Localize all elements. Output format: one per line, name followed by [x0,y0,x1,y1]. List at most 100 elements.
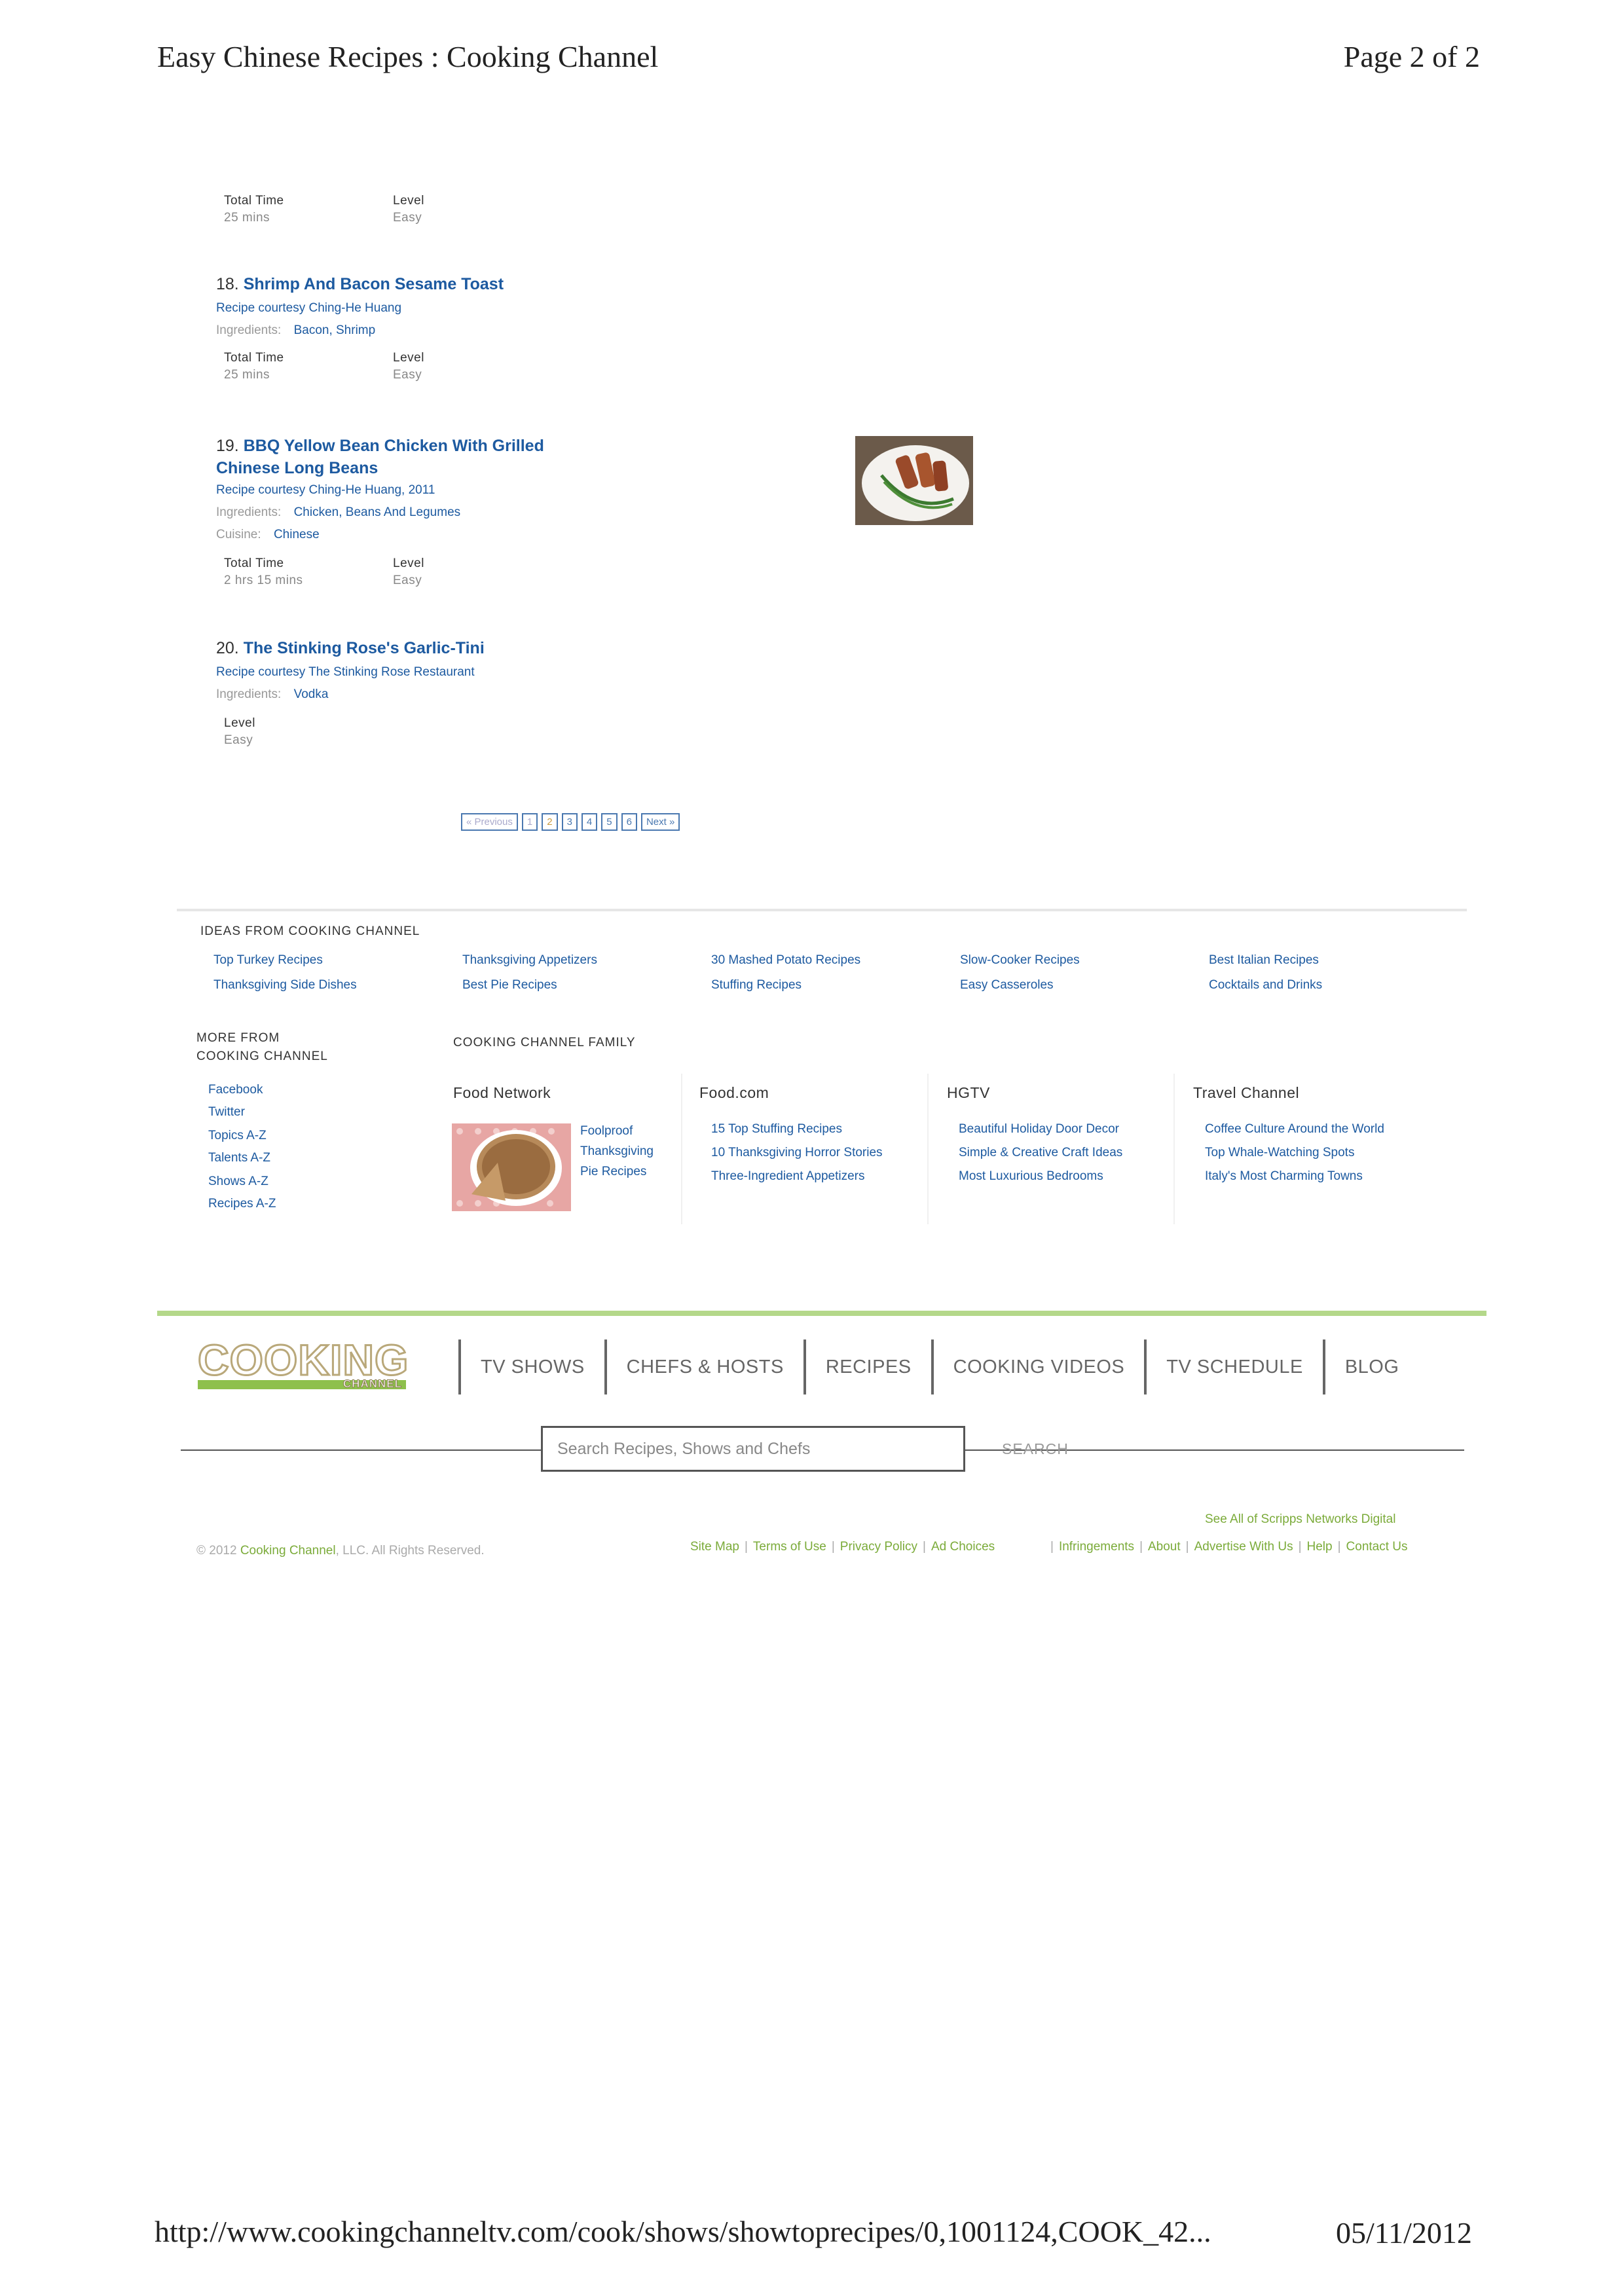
print-footer-url: http://www.cookingchanneltv.com/cook/sho… [155,2215,1211,2248]
recipe-courtesy[interactable]: Recipe courtesy Ching-He Huang, 2011 [216,483,435,498]
recipe-title-20[interactable]: 20. The Stinking Rose's Garlic-Tini [216,639,485,658]
ideas-link[interactable]: Stuffing Recipes [711,978,802,993]
family-travel-channel[interactable]: Travel Channel [1193,1084,1299,1102]
family-food-network[interactable]: Food Network [453,1084,551,1102]
ingredients-links[interactable]: Bacon, Shrimp [294,323,376,337]
total-time-value: 2 hrs 15 mins [224,574,303,587]
prev-level-value: Easy [393,211,422,225]
ingredients-label: Ingredients: [216,687,282,701]
pagination-page-6[interactable]: 6 [621,813,637,831]
recipe-number: 19. [216,437,239,455]
level-value: Easy [224,733,253,747]
more-from-link-facebook[interactable]: Facebook [208,1083,263,1097]
ideas-link[interactable]: 30 Mashed Potato Recipes [711,953,860,968]
copyright-rights: , LLC. All Rights Reserved. [335,1544,485,1558]
pagination-next[interactable]: Next » [640,813,680,831]
recipe-ingredients: Ingredients: Bacon, Shrimp [216,323,375,338]
recipe-ingredients: Ingredients: Vodka [216,687,328,702]
ideas-link[interactable]: Thanksgiving Appetizers [462,953,597,968]
more-from-link-talents[interactable]: Talents A-Z [208,1151,270,1165]
nav-recipes[interactable]: RECIPES [803,1339,931,1394]
food-com-link[interactable]: Three-Ingredient Appetizers [711,1169,864,1184]
pagination-page-3[interactable]: 3 [561,813,578,831]
ideas-link[interactable]: Thanksgiving Side Dishes [213,978,357,993]
link-ad-choices[interactable]: Ad Choices [931,1540,995,1554]
ideas-link[interactable]: Cocktails and Drinks [1209,978,1322,993]
family-food-com[interactable]: Food.com [699,1084,769,1102]
logo-subtext: CHANNEL [342,1377,402,1391]
travel-link[interactable]: Italy's Most Charming Towns [1205,1169,1363,1184]
recipe-courtesy[interactable]: Recipe courtesy Ching-He Huang [216,301,401,316]
link-terms[interactable]: Terms of Use [753,1540,826,1554]
copyright-brand-link[interactable]: Cooking Channel [240,1544,336,1558]
food-com-link[interactable]: 15 Top Stuffing Recipes [711,1122,842,1137]
pagination-page-1[interactable]: 1 [521,813,538,831]
travel-link[interactable]: Coffee Culture Around the World [1205,1122,1384,1137]
cooking-channel-logo[interactable]: COOKING CHANNEL [197,1338,409,1392]
ideas-link[interactable]: Best Pie Recipes [462,978,557,993]
level-value: Easy [393,368,422,382]
search-button[interactable]: SEARCH [1002,1440,1069,1458]
hgtv-link[interactable]: Simple & Creative Craft Ideas [959,1146,1122,1160]
link-site-map[interactable]: Site Map [690,1540,739,1554]
hgtv-link[interactable]: Beautiful Holiday Door Decor [959,1122,1119,1137]
prev-total-time-value: 25 mins [224,211,270,225]
link-about[interactable]: About [1148,1540,1181,1554]
ideas-link[interactable]: Top Turkey Recipes [213,953,323,968]
recipe-cuisine: Cuisine: Chinese [216,528,320,542]
family-heading: COOKING CHANNEL FAMILY [453,1036,636,1049]
recipe-title-18[interactable]: 18. Shrimp And Bacon Sesame Toast [216,275,504,294]
family-hgtv[interactable]: HGTV [947,1084,990,1102]
cuisine-link[interactable]: Chinese [274,528,320,541]
hgtv-link[interactable]: Most Luxurious Bedrooms [959,1169,1103,1184]
ideas-link[interactable]: Best Italian Recipes [1209,953,1319,968]
footer-nav: TV SHOWS CHEFS & HOSTS RECIPES COOKING V… [458,1339,1418,1394]
link-contact[interactable]: Contact Us [1346,1540,1408,1554]
link-help[interactable]: Help [1307,1540,1333,1554]
column-divider [1173,1074,1175,1224]
recipe-title-19[interactable]: 19. BBQ Yellow Bean Chicken With Grilled… [216,435,544,479]
promo-line[interactable]: Pie Recipes [580,1165,646,1178]
nav-blog[interactable]: BLOG [1322,1339,1419,1394]
pagination-page-2[interactable]: 2 [542,813,558,831]
nav-cooking-videos[interactable]: COOKING VIDEOS [931,1339,1145,1394]
copyright: © 2012 Cooking Channel, LLC. All Rights … [196,1544,485,1558]
link-privacy[interactable]: Privacy Policy [840,1540,917,1554]
copyright-year: © 2012 [196,1544,237,1558]
promo-line[interactable]: Thanksgiving [580,1144,654,1158]
travel-link[interactable]: Top Whale-Watching Spots [1205,1146,1354,1160]
more-from-link-twitter[interactable]: Twitter [208,1105,245,1120]
ideas-link[interactable]: Slow-Cooker Recipes [960,953,1080,968]
more-from-link-shows[interactable]: Shows A-Z [208,1175,268,1189]
food-com-link[interactable]: 10 Thanksgiving Horror Stories [711,1146,883,1160]
pagination: « Previous 1 2 3 4 5 6 Next » [461,813,680,831]
recipe-title-text[interactable]: The Stinking Rose's Garlic-Tini [244,639,485,657]
link-infringements[interactable]: Infringements [1059,1540,1134,1554]
food-network-promo-image[interactable] [452,1123,571,1211]
recipe-ingredients: Ingredients: Chicken, Beans And Legumes [216,505,460,520]
more-from-heading-line2: COOKING CHANNEL [196,1049,328,1063]
pagination-previous[interactable]: « Previous [461,813,518,831]
total-time-value: 25 mins [224,368,270,382]
scripps-link[interactable]: See All of Scripps Networks Digital [1205,1512,1395,1527]
more-from-link-recipes[interactable]: Recipes A-Z [208,1197,276,1211]
nav-tv-schedule[interactable]: TV SCHEDULE [1144,1339,1323,1394]
nav-chefs-hosts[interactable]: CHEFS & HOSTS [604,1339,803,1394]
nav-tv-shows[interactable]: TV SHOWS [458,1339,604,1394]
pagination-page-5[interactable]: 5 [601,813,618,831]
promo-line[interactable]: Foolproof [580,1124,633,1138]
link-advertise[interactable]: Advertise With Us [1194,1540,1293,1554]
recipe-title-line2[interactable]: Chinese Long Beans [216,459,378,477]
pagination-page-4[interactable]: 4 [581,813,598,831]
search-input[interactable]: Search Recipes, Shows and Chefs [541,1426,965,1472]
ingredients-links[interactable]: Chicken, Beans And Legumes [294,505,461,519]
ingredients-links[interactable]: Vodka [294,687,329,701]
ideas-link[interactable]: Easy Casseroles [960,978,1054,993]
recipe-number: 20. [216,639,239,657]
food-network-promo-link[interactable]: Foolproof Thanksgiving Pie Recipes [580,1121,654,1182]
more-from-link-topics[interactable]: Topics A-Z [208,1129,267,1143]
recipe-photo-19[interactable] [855,436,973,525]
recipe-title-line1[interactable]: BBQ Yellow Bean Chicken With Grilled [244,437,544,455]
recipe-courtesy[interactable]: Recipe courtesy The Stinking Rose Restau… [216,665,475,680]
recipe-title-text[interactable]: Shrimp And Bacon Sesame Toast [244,275,504,293]
